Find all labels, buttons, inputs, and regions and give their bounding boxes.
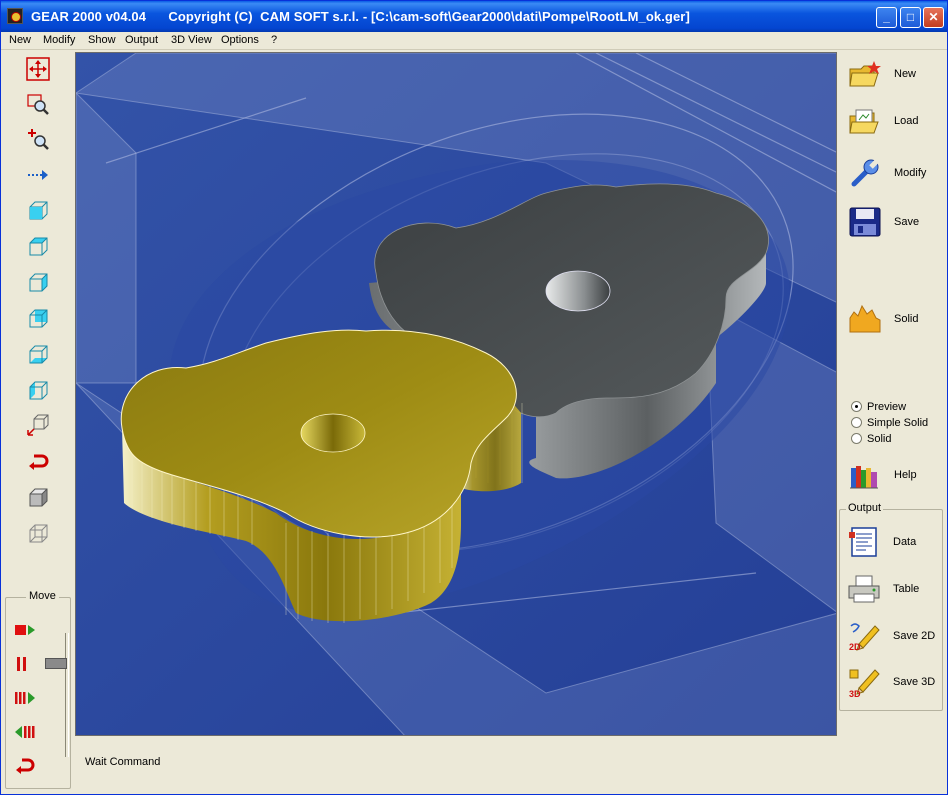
pencil-3d-icon: 3D (846, 665, 882, 699)
menu-modify[interactable]: Modify (43, 34, 75, 46)
zoom-in-icon[interactable] (25, 126, 51, 152)
icon-2d-text: 2D (849, 642, 861, 652)
wrench-icon (847, 156, 883, 190)
icon-3d-text: 3D (849, 689, 861, 698)
return-icon[interactable] (14, 756, 38, 776)
data-document-icon (846, 525, 882, 559)
undo-icon[interactable] (25, 448, 51, 474)
view-bottom-icon[interactable] (25, 342, 51, 368)
app-window: GEAR 2000 v04.04 Copyright (C) CAM SOFT … (0, 0, 948, 795)
radio-preview[interactable] (851, 401, 862, 412)
menu-output[interactable]: Output (125, 34, 158, 46)
pan-icon[interactable] (25, 56, 51, 82)
menu-new[interactable]: New (9, 34, 31, 46)
save-3d-label: Save 3D (893, 676, 936, 688)
minimize-button[interactable]: _ (876, 7, 897, 28)
data-label: Data (893, 536, 917, 548)
speed-slider-thumb[interactable] (45, 658, 67, 669)
menu-bar: New Modify Show Output 3D View Options ? (1, 32, 947, 50)
save-label: Save (894, 216, 920, 228)
solid-button[interactable]: Solid (847, 301, 943, 337)
menu-show[interactable]: Show (88, 34, 116, 46)
load-label: Load (894, 115, 919, 127)
pencil-2d-icon: 2D (846, 619, 882, 653)
view-toolbar (3, 52, 71, 592)
radio-simple-solid-label: Simple Solid (867, 416, 929, 429)
menu-options[interactable]: Options (221, 34, 259, 46)
view-iso-icon[interactable] (25, 378, 51, 404)
load-button[interactable]: Load (847, 103, 943, 139)
render-solid-radio[interactable]: Solid (851, 431, 891, 446)
close-button[interactable]: ✕ (923, 7, 944, 28)
wire-cube-icon[interactable] (25, 520, 51, 546)
title-bar[interactable]: GEAR 2000 v04.04 Copyright (C) CAM SOFT … (1, 1, 947, 32)
gear-pump-scene (76, 53, 836, 735)
play-icon[interactable] (14, 620, 38, 640)
save-2d-button[interactable]: 2D Save 2D (846, 618, 942, 654)
help-button[interactable]: Help (847, 457, 943, 493)
data-button[interactable]: Data (846, 524, 942, 560)
table-button[interactable]: Table (846, 571, 942, 607)
solid-gear-icon (847, 302, 883, 336)
floppy-disk-icon (847, 205, 883, 239)
3d-viewport[interactable] (75, 52, 837, 736)
render-simple-solid-radio[interactable]: Simple Solid (851, 415, 928, 430)
step-forward-icon[interactable] (14, 688, 38, 708)
radio-simple-solid[interactable] (851, 417, 862, 428)
table-label: Table (893, 583, 920, 595)
move-legend: Move (26, 590, 59, 602)
save-2d-label: Save 2D (893, 630, 936, 642)
new-label: New (894, 68, 917, 80)
modify-button[interactable]: Modify (847, 155, 943, 191)
save-button[interactable]: Save (847, 204, 943, 240)
zoom-window-icon[interactable] (25, 92, 51, 118)
modify-label: Modify (894, 167, 927, 179)
view-axes-icon[interactable] (25, 412, 51, 438)
save-3d-button[interactable]: 3D Save 3D (846, 664, 942, 700)
open-folder-icon (847, 104, 883, 138)
printer-icon (846, 572, 882, 606)
move-panel: Move (5, 590, 71, 789)
view-back-icon[interactable] (25, 306, 51, 332)
maximize-button[interactable]: □ (900, 7, 921, 28)
render-preview-radio[interactable]: Preview (851, 399, 906, 414)
solid-label: Solid (894, 313, 919, 325)
new-folder-icon (847, 57, 883, 91)
menu-help[interactable]: ? (271, 34, 277, 46)
help-books-icon (847, 458, 883, 492)
speed-slider-track[interactable] (65, 633, 69, 757)
solid-cube-icon[interactable] (25, 484, 51, 510)
help-label: Help (894, 469, 917, 481)
move-arrow-icon[interactable] (25, 162, 51, 188)
radio-solid-label: Solid (867, 432, 892, 445)
view-front-icon[interactable] (25, 234, 51, 260)
pause-icon[interactable] (14, 654, 38, 674)
output-panel: Output Data Table 2D Save 2D 3D Save 3D (839, 502, 943, 711)
window-title: GEAR 2000 v04.04 Copyright (C) CAM SOFT … (31, 9, 690, 24)
app-gear-icon[interactable] (7, 8, 23, 24)
radio-solid[interactable] (851, 433, 862, 444)
output-legend: Output (846, 502, 884, 514)
new-button[interactable]: New (847, 56, 943, 92)
view-top-icon[interactable] (25, 198, 51, 224)
status-text: Wait Command (85, 756, 161, 768)
menu-3d-view[interactable]: 3D View (171, 34, 212, 46)
step-back-icon[interactable] (14, 722, 38, 742)
radio-preview-label: Preview (867, 400, 907, 413)
view-side-icon[interactable] (25, 270, 51, 296)
